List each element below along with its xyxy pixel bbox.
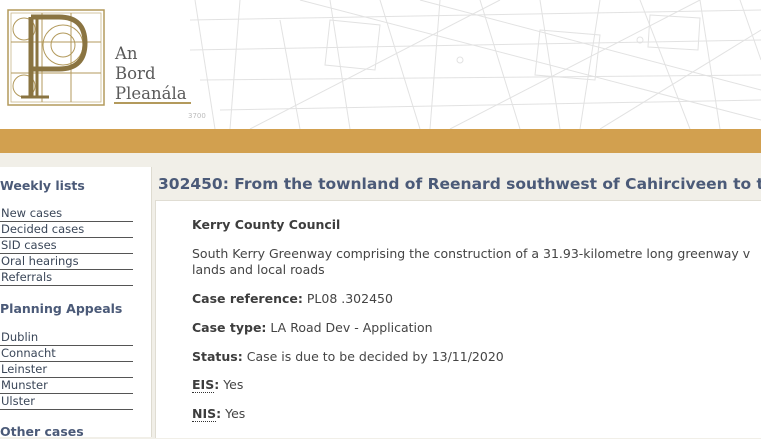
sidebar-link-munster[interactable]: Munster — [1, 378, 48, 392]
logo-underline — [114, 102, 191, 104]
eis-value: Yes — [223, 377, 244, 392]
sidebar-item-dublin[interactable]: Dublin — [0, 330, 133, 346]
status-value: Case is due to be decided by 13/11/2020 — [246, 349, 504, 364]
nis-abbreviation[interactable]: NIS — [192, 406, 217, 422]
sidebar-item-referrals[interactable]: Referrals — [0, 270, 133, 286]
nis-value: Yes — [225, 406, 246, 421]
sidebar-link-new-cases[interactable]: New cases — [1, 206, 62, 220]
logo-line-an: An — [115, 44, 138, 63]
case-type-value: LA Road Dev - Application — [270, 320, 433, 335]
sidebar-item-sid-cases[interactable]: SID cases — [0, 238, 133, 254]
logo-line-pleanala: Pleanála — [115, 84, 187, 103]
case-reference-label: Case reference: — [192, 291, 303, 306]
eis-row: EIS: Yes — [192, 377, 244, 393]
sidebar-link-decided-cases[interactable]: Decided cases — [1, 222, 84, 236]
planning-appeals-menu: Dublin Connacht Leinster Munster Ulster — [0, 330, 133, 410]
case-title: 302450: From the townland of Reenard sou… — [158, 175, 761, 193]
sidebar-link-ulster[interactable]: Ulster — [1, 394, 35, 408]
site-header: 3700 An Bord Pleanála — [0, 0, 761, 129]
sidebar-link-connacht[interactable]: Connacht — [1, 346, 56, 360]
case-details-panel: Kerry County Council South Kerry Greenwa… — [155, 200, 761, 438]
map-label: 3700 — [188, 112, 206, 120]
case-reference-row: Case reference: PL08 .302450 — [192, 291, 393, 306]
planning-appeals-heading: Planning Appeals — [0, 301, 123, 316]
sidebar-item-new-cases[interactable]: New cases — [0, 206, 133, 222]
case-description: South Kerry Greenway comprising the cons… — [192, 246, 751, 277]
logo-line-bord: Bord — [115, 64, 156, 83]
case-type-label: Case type: — [192, 320, 267, 335]
weekly-lists-menu: New cases Decided cases SID cases Oral h… — [0, 206, 133, 286]
sidebar-item-connacht[interactable]: Connacht — [0, 346, 133, 362]
sidebar: Weekly lists New cases Decided cases SID… — [0, 167, 152, 439]
sidebar-item-oral-hearings[interactable]: Oral hearings — [0, 254, 133, 270]
status-row: Status: Case is due to be decided by 13/… — [192, 349, 504, 364]
planning-authority: Kerry County Council — [192, 217, 341, 232]
sub-bar — [0, 153, 761, 167]
sidebar-link-leinster[interactable]: Leinster — [1, 362, 47, 376]
sidebar-link-oral-hearings[interactable]: Oral hearings — [1, 254, 79, 268]
sidebar-item-ulster[interactable]: Ulster — [0, 394, 133, 410]
sidebar-link-referrals[interactable]: Referrals — [1, 270, 52, 284]
sidebar-item-munster[interactable]: Munster — [0, 378, 133, 394]
sidebar-link-sid-cases[interactable]: SID cases — [1, 238, 57, 252]
sidebar-item-decided-cases[interactable]: Decided cases — [0, 222, 133, 238]
eis-abbreviation[interactable]: EIS — [192, 377, 215, 393]
case-reference-value: PL08 .302450 — [306, 291, 393, 306]
sidebar-item-leinster[interactable]: Leinster — [0, 362, 133, 378]
brand-bar — [0, 129, 761, 153]
case-type-row: Case type: LA Road Dev - Application — [192, 320, 433, 335]
logo-text: An Bord Pleanála — [115, 44, 187, 104]
sidebar-link-dublin[interactable]: Dublin — [1, 330, 38, 344]
status-label: Status: — [192, 349, 243, 364]
logo-p-icon — [7, 9, 105, 106]
weekly-lists-heading: Weekly lists — [0, 178, 85, 193]
nis-row: NIS: Yes — [192, 406, 246, 422]
